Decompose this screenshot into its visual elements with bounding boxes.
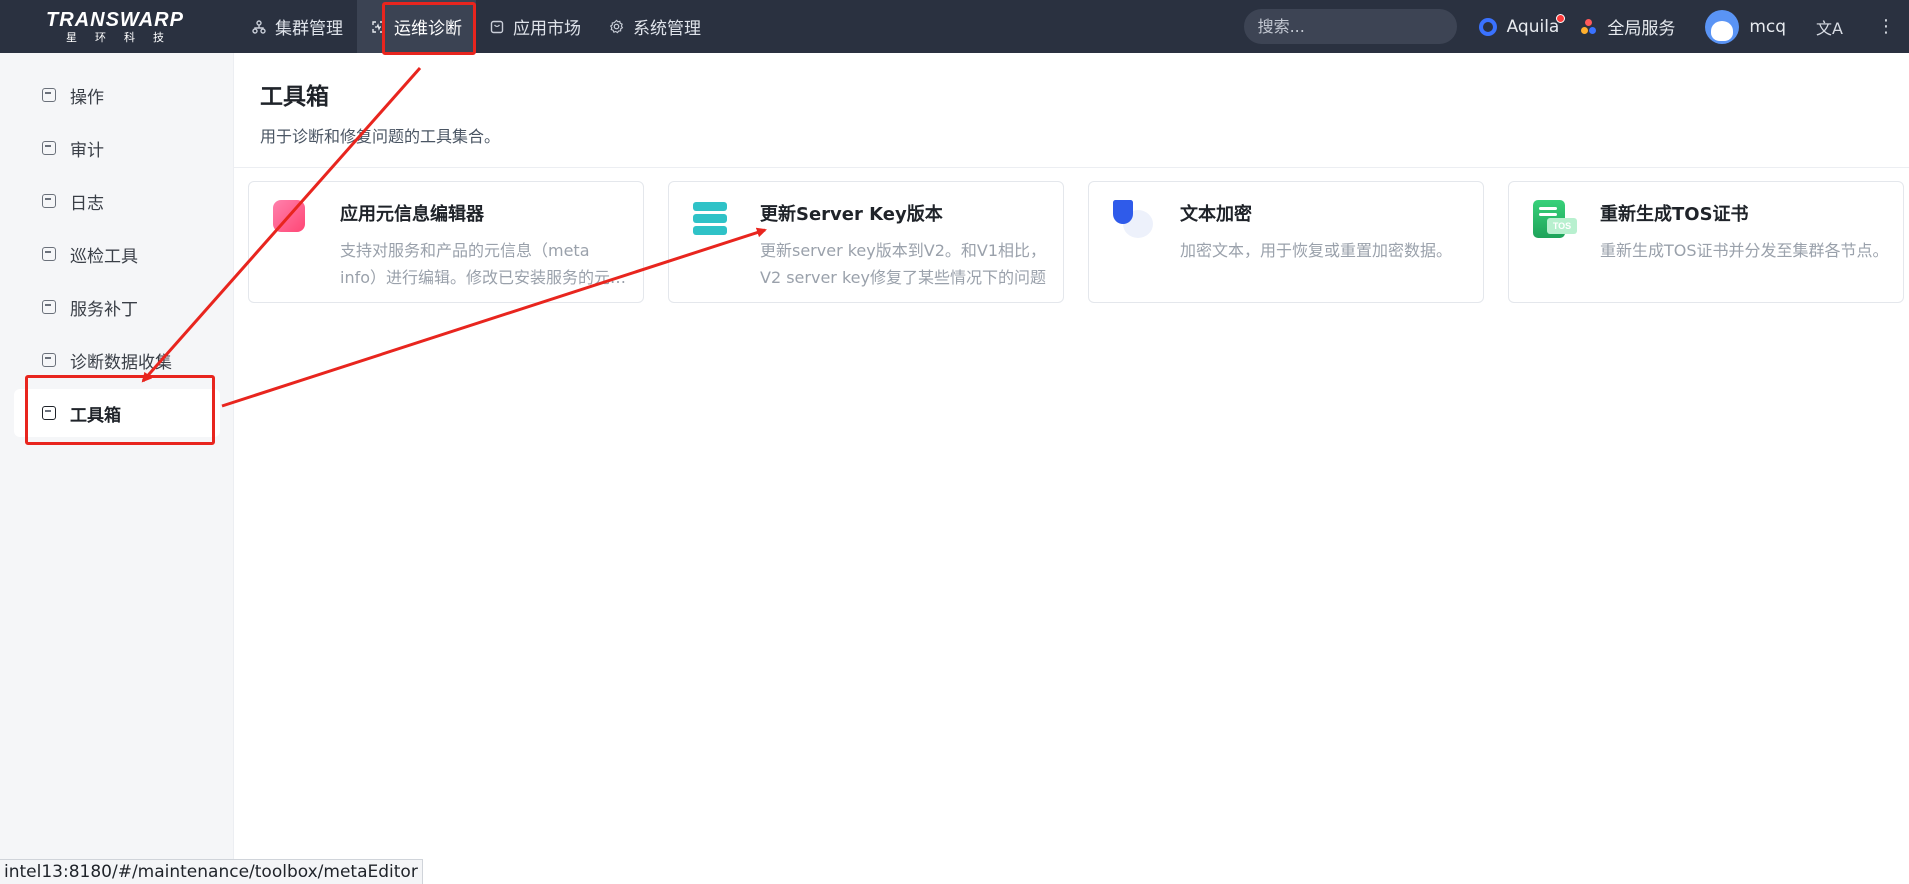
logo-text: TRANSWARP bbox=[46, 8, 184, 31]
nav-label: 集群管理 bbox=[275, 19, 343, 39]
sidebar-item-log[interactable]: 日志 bbox=[14, 177, 220, 225]
nav-label: 系统管理 bbox=[633, 19, 701, 39]
nav-item-maintenance[interactable]: 运维诊断 bbox=[357, 0, 476, 53]
card-description: 加密文本，用于恢复或重置加密数据。 bbox=[1180, 241, 1453, 260]
sidebar-item-operation[interactable]: 操作 bbox=[14, 71, 220, 119]
cluster-icon bbox=[252, 19, 266, 34]
tool-card-meta-editor[interactable]: 应用元信息编辑器 支持对服务和产品的元信息（meta info）进行编辑。修改已… bbox=[248, 181, 644, 303]
nav-label: 运维诊断 bbox=[394, 19, 462, 39]
divider bbox=[234, 167, 1909, 168]
nav-item-market[interactable]: 应用市场 bbox=[476, 0, 595, 53]
card-description: 更新server key版本到V2。和V1相比，V2 server key修复了… bbox=[760, 241, 1046, 287]
card-title: 文本加密 bbox=[1180, 204, 1252, 225]
global-service-label: 全局服务 bbox=[1607, 19, 1676, 39]
sidebar-item-label: 操作 bbox=[70, 87, 104, 108]
global-service-icon bbox=[1581, 18, 1597, 35]
patch-icon bbox=[42, 300, 56, 314]
logo-subtext: 星环科技 bbox=[66, 30, 182, 44]
operation-icon bbox=[42, 88, 56, 102]
tos-tag: TOS bbox=[1547, 218, 1577, 234]
log-icon bbox=[42, 194, 56, 208]
nav-item-cluster[interactable]: 集群管理 bbox=[238, 0, 357, 53]
status-url-bar: intel13:8180/#/maintenance/toolbox/metaE… bbox=[0, 859, 423, 884]
language-icon[interactable]: 文A bbox=[1816, 15, 1843, 39]
company-logo[interactable]: TRANSWARP 星环科技 bbox=[0, 0, 230, 53]
nav-item-system[interactable]: 系统管理 bbox=[595, 0, 715, 53]
sidebar-item-diagnostics[interactable]: 诊断数据收集 bbox=[14, 336, 220, 384]
sidebar-item-label: 巡检工具 bbox=[70, 246, 138, 267]
nav-label: 应用市场 bbox=[513, 19, 581, 39]
sidebar-item-toolbox[interactable]: 工具箱 bbox=[14, 389, 220, 437]
page-description: 用于诊断和修复问题的工具集合。 bbox=[260, 127, 501, 146]
tool-card-server-key[interactable]: 更新Server Key版本 更新server key版本到V2。和V1相比，V… bbox=[668, 181, 1064, 303]
sidebar-item-label: 审计 bbox=[70, 140, 104, 161]
card-description: 重新生成TOS证书并分发至集群各节点。 bbox=[1600, 241, 1889, 260]
sidebar-item-label: 日志 bbox=[70, 193, 104, 214]
server-key-icon bbox=[693, 200, 733, 240]
top-right-tools: Aquila 全局服务 mcq 文A ⋮ bbox=[1243, 0, 1909, 53]
sidebar-item-label: 诊断数据收集 bbox=[70, 352, 172, 373]
card-description: 支持对服务和产品的元信息（meta info）进行编辑。修改已安装服务的元信息可… bbox=[340, 241, 627, 287]
tool-card-tos-cert[interactable]: TOS 重新生成TOS证书 重新生成TOS证书并分发至集群各节点。 bbox=[1508, 181, 1904, 303]
main-nav: 集群管理 运维诊断 应用市场 系统管理 bbox=[238, 0, 715, 53]
sidebar-item-label: 工具箱 bbox=[70, 405, 121, 426]
page-title: 工具箱 bbox=[260, 84, 329, 110]
toolbox-icon bbox=[42, 406, 56, 420]
card-title: 应用元信息编辑器 bbox=[340, 204, 484, 225]
global-service-button[interactable]: 全局服务 bbox=[1581, 14, 1675, 39]
notification-dot bbox=[1556, 13, 1566, 23]
tool-card-text-encrypt[interactable]: 文本加密 加密文本，用于恢复或重置加密数据。 bbox=[1088, 181, 1484, 303]
avatar bbox=[1705, 9, 1740, 44]
user-menu[interactable]: mcq bbox=[1705, 9, 1787, 44]
market-icon bbox=[490, 20, 504, 34]
sidebar-item-audit[interactable]: 审计 bbox=[14, 124, 220, 172]
aquila-button[interactable]: Aquila bbox=[1478, 13, 1566, 37]
top-navbar: TRANSWARP 星环科技 集群管理 运维诊断 应用市场 系统管理 搜索...… bbox=[0, 0, 1909, 53]
sidebar: 操作 审计 日志 巡检工具 服务补丁 诊断数据收集 工具箱 bbox=[0, 53, 234, 884]
username: mcq bbox=[1749, 16, 1787, 37]
card-title: 更新Server Key版本 bbox=[760, 204, 943, 225]
app-root: TRANSWARP 星环科技 集群管理 运维诊断 应用市场 系统管理 搜索...… bbox=[0, 0, 1909, 884]
search-input[interactable] bbox=[1243, 9, 1457, 44]
main-content: 工具箱 用于诊断和修复问题的工具集合。 应用元信息编辑器 支持对服务和产品的元信… bbox=[234, 53, 1909, 884]
audit-icon bbox=[42, 141, 56, 155]
aquila-icon bbox=[1478, 17, 1497, 36]
sidebar-item-inspection[interactable]: 巡检工具 bbox=[14, 230, 220, 278]
inspection-icon bbox=[42, 247, 56, 261]
tos-cert-icon: TOS bbox=[1533, 200, 1577, 240]
maintenance-icon bbox=[371, 20, 385, 34]
meta-editor-icon bbox=[273, 200, 313, 240]
sidebar-item-label: 服务补丁 bbox=[70, 299, 138, 320]
shield-icon bbox=[1113, 200, 1153, 240]
more-icon[interactable]: ⋮ bbox=[1877, 16, 1895, 37]
aquila-label: Aquila bbox=[1506, 16, 1560, 37]
diagnostics-icon bbox=[42, 353, 56, 367]
gear-icon bbox=[609, 19, 624, 34]
card-title: 重新生成TOS证书 bbox=[1600, 204, 1749, 225]
sidebar-item-patch[interactable]: 服务补丁 bbox=[14, 283, 220, 331]
